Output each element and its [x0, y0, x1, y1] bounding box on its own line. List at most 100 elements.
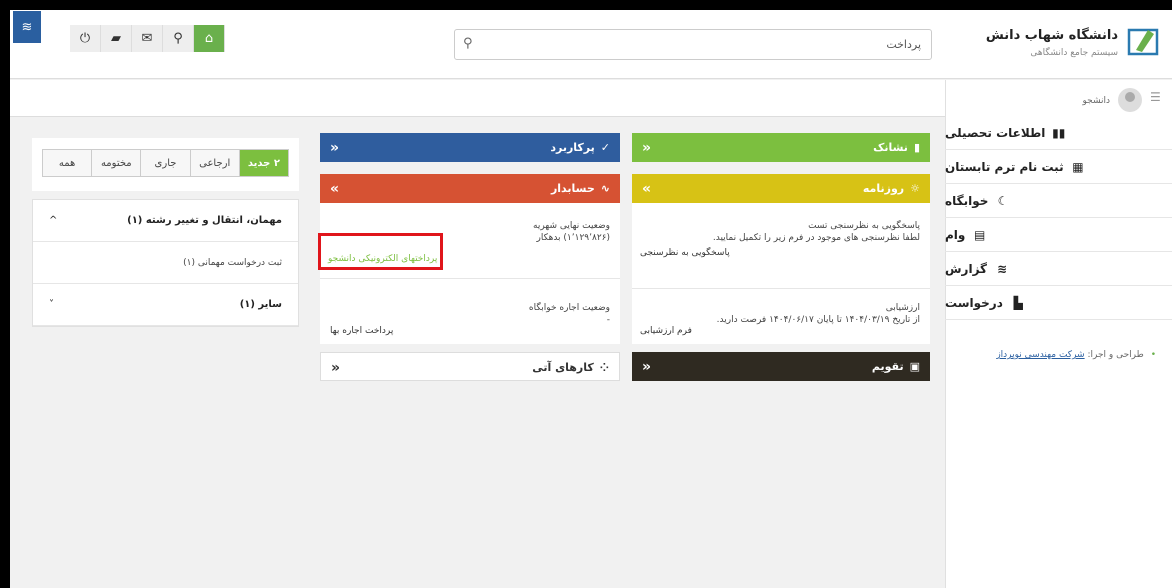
neshanak-card: ▮ نشانک «	[632, 133, 930, 162]
sidebar-item-dormitory[interactable]: ☾ خوابگاه	[945, 184, 1172, 218]
folder-button[interactable]: ▰	[101, 25, 132, 52]
list-item-label: مهمان، انتقال و تغییر رشته (۱)	[127, 215, 282, 226]
search-input[interactable]: ⚲ پرداخت	[454, 29, 932, 60]
sidebar-item-label: خوابگاه	[945, 193, 989, 208]
roozname-title: روزنامه	[862, 182, 905, 195]
home-button[interactable]: ⌂	[194, 25, 225, 52]
list-item-transfer[interactable]: مهمان، انتقال و تغییر رشته (۱) ^	[33, 200, 298, 242]
list-item-label: ثبت درخواست مهمانی (۱)	[183, 257, 282, 268]
search-icon: ⚲	[463, 36, 473, 51]
chevron-down-icon[interactable]: ˅	[49, 299, 54, 310]
sidebar-item-summer-registration[interactable]: ▦ ثبت نام ترم تابستان	[945, 150, 1172, 184]
list-item-other[interactable]: سایر (۱) ˅	[33, 284, 298, 326]
layers-icon: ≋	[996, 261, 1008, 276]
sidebar-item-report[interactable]: ≋ گزارش	[945, 252, 1172, 286]
university-logo-area[interactable]: دانشگاه شهاب دانش سیستم جامع دانشگاهی	[975, 24, 1160, 69]
user-button[interactable]: ⚲	[163, 25, 194, 52]
dorm-rent-item: وضعیت اجاره خوابگاه - پرداخت اجاره بها	[330, 302, 610, 336]
list-item-guest-request[interactable]: ثبت درخواست مهمانی (۱)	[33, 242, 298, 284]
highlight-box	[318, 233, 443, 270]
chevron-left-icon[interactable]: «	[330, 140, 339, 156]
sidebar-item-request[interactable]: ▙ درخواست	[945, 286, 1172, 320]
neshanak-title: نشانک	[873, 141, 908, 154]
sidebar-menu: ▮▮ اطلاعات تحصیلی ▦ ثبت نام ترم تابستان ☾ خ…	[945, 116, 1172, 320]
avatar	[1118, 88, 1142, 112]
hesabdar-title: حسابدار	[550, 182, 595, 195]
sub-header	[10, 80, 950, 117]
tab-current[interactable]: جاری	[140, 150, 190, 176]
roozname-card: ☼ روزنامه » پاسخگویی به نظرسنجی تست لطفا …	[632, 174, 930, 344]
sun-icon: ☼	[910, 182, 920, 195]
bullet-icon: •	[1150, 350, 1156, 360]
university-title: دانشگاه شهاب دانش	[985, 28, 1118, 43]
check-circle-icon: ✓	[600, 141, 610, 154]
chevron-down-icon[interactable]: »	[642, 181, 651, 197]
survey-description: لطفا نظرسنجی های موجود در فرم زیر را تکم…	[712, 233, 920, 243]
sidebar-item-label: درخواست	[945, 295, 1003, 310]
app-frame: ≋ ⏻ ▰ ✉ ⚲ ⌂ ⚲ پرداخت دانشگاه شهاب دانش س…	[10, 10, 1172, 588]
search-value: پرداخت	[886, 38, 921, 51]
dorm-rent-value: -	[606, 315, 610, 325]
chevron-left-icon[interactable]: «	[642, 359, 651, 375]
dorm-rent-title: وضعیت اجاره خوابگاه	[528, 303, 610, 313]
divider	[632, 288, 930, 289]
requests-tabs-card: ۲ جدید ارجاعی جاری مختومه همه	[32, 138, 299, 191]
karbord-title: پرکاربرد	[550, 141, 595, 154]
moon-icon: ☾	[997, 193, 1009, 208]
envelope-button[interactable]: ✉	[132, 25, 163, 52]
layers-icon: ≋	[21, 19, 33, 35]
folder-icon: ▰	[111, 31, 121, 46]
survey-item: پاسخگویی به نظرسنجی تست لطفا نظرسنجی های…	[640, 220, 920, 258]
bookmark-icon: ▮	[913, 141, 920, 154]
sidebar-item-label: اطلاعات تحصیلی	[945, 125, 1046, 140]
requests-list: مهمان، انتقال و تغییر رشته (۱) ^ ثبت درخ…	[32, 199, 299, 327]
chevron-left-icon[interactable]: «	[331, 360, 340, 376]
evaluation-title: ارزشیابی	[885, 303, 920, 313]
card-icon: ▤	[974, 227, 986, 242]
evaluation-item: ارزشیابی از تاریخ ۱۴۰۴/۰۳/۱۹ تا پایان ۱۴…	[640, 302, 920, 336]
university-logo-icon	[1127, 28, 1159, 56]
evaluation-link[interactable]: فرم ارزشیابی	[640, 326, 692, 336]
top-header: ≋ ⏻ ▰ ✉ ⚲ ⌂ ⚲ پرداخت دانشگاه شهاب دانش س…	[10, 10, 1172, 79]
sidebar-item-label: وام	[945, 227, 966, 242]
layers-button[interactable]: ≋	[13, 11, 41, 43]
home-icon: ⌂	[204, 31, 214, 46]
taghvim-title: تقویم	[871, 360, 904, 373]
neshanak-header[interactable]: ▮ نشانک «	[632, 133, 930, 162]
calendar-icon: ▣	[909, 360, 920, 373]
karbord-header[interactable]: ✓ پرکاربرد «	[320, 133, 620, 162]
tab-all[interactable]: همه	[42, 150, 92, 176]
activity-icon: ∿	[600, 182, 610, 195]
roozname-header[interactable]: ☼ روزنامه »	[632, 174, 930, 203]
hesabdar-header[interactable]: ∿ حسابدار »	[320, 174, 620, 203]
university-subtitle: سیستم جامع دانشگاهی	[1030, 48, 1118, 58]
credit-company-link[interactable]: شرکت مهندسی نوپرداز	[996, 350, 1084, 360]
tab-closed[interactable]: مختومه	[91, 150, 141, 176]
book-icon: ▮▮	[1052, 125, 1066, 140]
sidebar-item-label: گزارش	[945, 261, 988, 276]
hamburger-menu-icon[interactable]: ☰	[1150, 90, 1164, 104]
tuition-title: وضعیت نهایی شهریه	[533, 221, 610, 231]
document-icon: ▙	[1013, 295, 1023, 310]
chevron-up-icon[interactable]: ^	[49, 215, 57, 226]
chevron-down-icon[interactable]: »	[330, 181, 339, 197]
credit-line: • طراحی و اجرا: شرکت مهندسی نوپرداز	[996, 350, 1156, 360]
sidebar-item-education[interactable]: ▮▮ اطلاعات تحصیلی	[945, 116, 1172, 150]
survey-link[interactable]: پاسخگویی به نظرسنجی	[640, 248, 730, 258]
tab-referred[interactable]: ارجاعی	[189, 150, 239, 176]
karha-header[interactable]: ⁘ کارهای آتی «	[321, 353, 619, 382]
evaluation-description: از تاریخ ۱۴۰۴/۰۳/۱۹ تا پایان ۱۴۰۴/۰۶/۱۷ …	[716, 315, 920, 325]
taghvim-header[interactable]: ▣ تقویم «	[632, 352, 930, 381]
pay-rent-link[interactable]: پرداخت اجاره بها	[330, 326, 393, 336]
survey-title: پاسخگویی به نظرسنجی تست	[808, 221, 920, 231]
requests-tabs: ۲ جدید ارجاعی جاری مختومه همه	[42, 149, 289, 177]
taghvim-card: ▣ تقویم «	[632, 352, 930, 381]
sidebar-item-label: ثبت نام ترم تابستان	[945, 159, 1064, 174]
grid-icon: ▦	[1072, 159, 1084, 174]
sidebar-item-loan[interactable]: ▤ وام	[945, 218, 1172, 252]
karha-card: ⁘ کارهای آتی «	[320, 352, 620, 381]
power-icon: ⏻	[79, 31, 91, 46]
chevron-left-icon[interactable]: «	[642, 140, 651, 156]
power-button[interactable]: ⏻	[70, 25, 101, 52]
tab-new[interactable]: ۲ جدید	[238, 150, 288, 176]
